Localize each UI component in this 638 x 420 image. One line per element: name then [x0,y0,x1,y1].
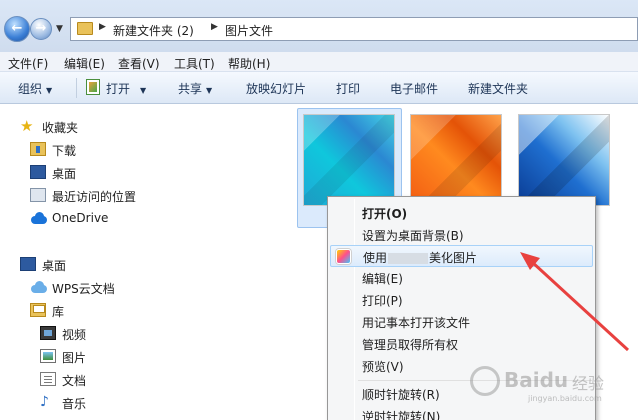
watermark-sub: 经验 [572,374,605,393]
baidu-jingyan-watermark: Baidu 经验 jingyan.baidu.com [470,362,638,406]
arrow-shaft [530,260,630,352]
baidu-paw-icon [470,366,500,396]
annotation-arrow [520,252,630,352]
watermark-url: jingyan.baidu.com [528,394,602,403]
watermark-brand: Baidu [504,368,569,392]
